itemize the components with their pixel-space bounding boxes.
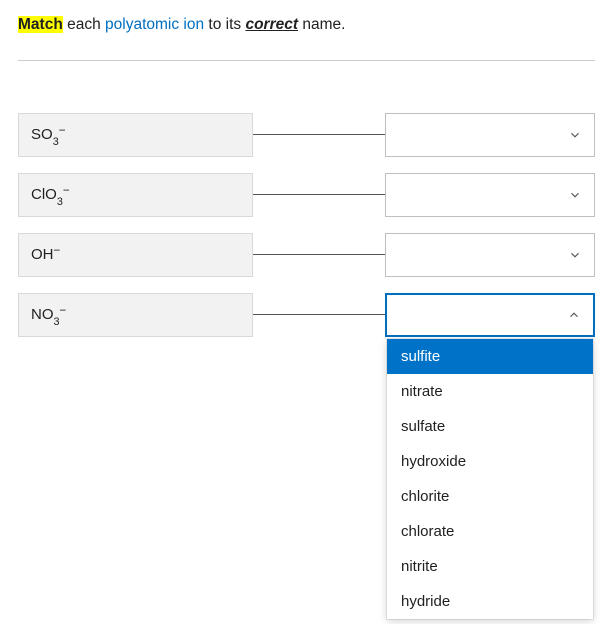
dropdown-option-sulfate[interactable]: sulfate xyxy=(387,409,593,444)
name-select-so3[interactable] xyxy=(385,113,595,157)
dropdown-list: sulfite nitrate sulfate hydroxide chlori… xyxy=(387,339,593,619)
connector-line xyxy=(253,254,385,255)
match-row: ClO3− xyxy=(18,173,595,217)
match-row: OH− xyxy=(18,233,595,277)
name-select-oh[interactable] xyxy=(385,233,595,277)
question-prompt: Match each polyatomic ion to its correct… xyxy=(18,14,595,36)
ion-text: OH− xyxy=(31,243,60,266)
prompt-correct: correct xyxy=(245,16,298,33)
chevron-down-icon xyxy=(568,248,582,262)
name-select-clo3[interactable] xyxy=(385,173,595,217)
ion-label-clo3: ClO3− xyxy=(18,173,253,217)
prompt-highlight-match: Match xyxy=(18,16,63,33)
connector-line xyxy=(253,194,385,195)
prompt-each: each xyxy=(63,16,105,33)
prompt-toits: to its xyxy=(204,16,245,33)
dropdown-option-nitrate[interactable]: nitrate xyxy=(387,374,593,409)
ion-label-so3: SO3− xyxy=(18,113,253,157)
ion-text: NO3− xyxy=(31,303,66,326)
divider xyxy=(18,60,595,61)
ion-label-no3: NO3− xyxy=(18,293,253,337)
chevron-down-icon xyxy=(568,188,582,202)
ion-text: SO3− xyxy=(31,123,66,146)
prompt-name: name. xyxy=(298,16,345,33)
chevron-up-icon xyxy=(567,308,581,322)
ion-label-oh: OH− xyxy=(18,233,253,277)
matching-rows: SO3− ClO3− OH− xyxy=(18,113,595,337)
name-select-no3[interactable]: sulfite nitrate sulfate hydroxide chlori… xyxy=(385,293,595,337)
dropdown-option-nitrite[interactable]: nitrite xyxy=(387,549,593,584)
prompt-link-polyatomic[interactable]: polyatomic ion xyxy=(105,16,204,33)
dropdown-option-chlorite[interactable]: chlorite xyxy=(387,479,593,514)
dropdown-option-chlorate[interactable]: chlorate xyxy=(387,514,593,549)
chevron-down-icon xyxy=(568,128,582,142)
connector-line xyxy=(253,134,385,135)
match-row: NO3− sulfite nitrate sulfate hydroxide c… xyxy=(18,293,595,337)
dropdown-option-hydride[interactable]: hydride xyxy=(387,584,593,619)
dropdown-option-sulfite[interactable]: sulfite xyxy=(387,339,593,374)
match-row: SO3− xyxy=(18,113,595,157)
dropdown-option-hydroxide[interactable]: hydroxide xyxy=(387,444,593,479)
ion-text: ClO3− xyxy=(31,183,70,206)
connector-line xyxy=(253,314,385,315)
